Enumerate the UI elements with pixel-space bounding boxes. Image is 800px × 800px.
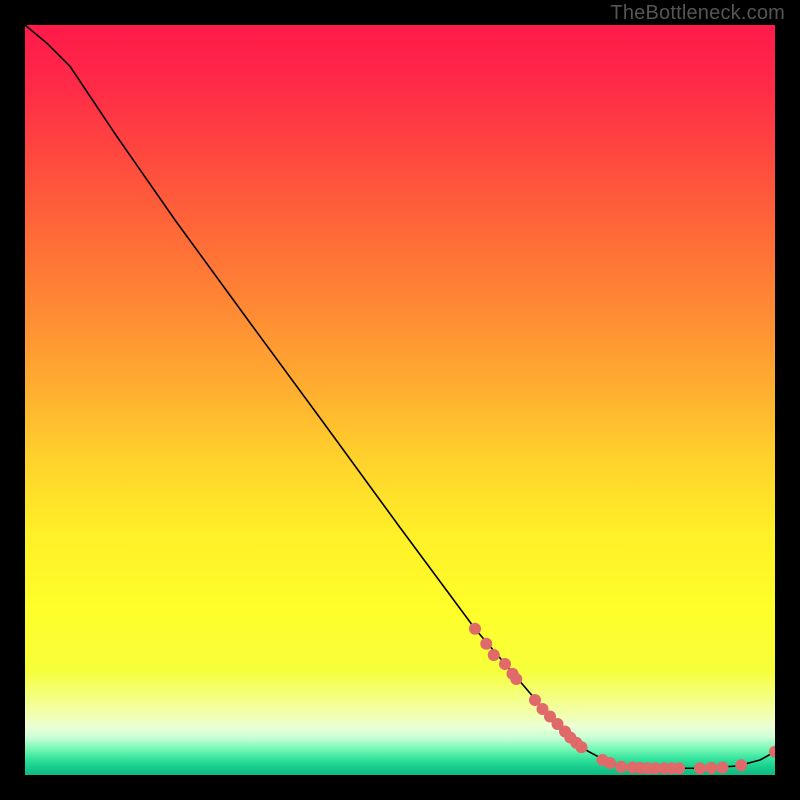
data-marker — [604, 757, 616, 769]
data-marker — [469, 623, 481, 635]
data-marker — [615, 761, 627, 773]
watermark-text: TheBottleneck.com — [610, 2, 785, 25]
data-marker — [576, 741, 588, 753]
data-marker — [717, 762, 729, 774]
data-marker — [499, 658, 511, 670]
data-marker — [673, 762, 685, 774]
data-marker — [488, 649, 500, 661]
data-marker — [480, 638, 492, 650]
chart-svg — [25, 25, 775, 775]
data-marker — [705, 762, 717, 774]
chart-background — [25, 25, 775, 775]
chart-frame: TheBottleneck.com — [0, 0, 800, 800]
chart-plot — [25, 25, 775, 775]
data-marker — [510, 673, 522, 685]
data-marker — [735, 759, 747, 771]
data-marker — [694, 762, 706, 774]
